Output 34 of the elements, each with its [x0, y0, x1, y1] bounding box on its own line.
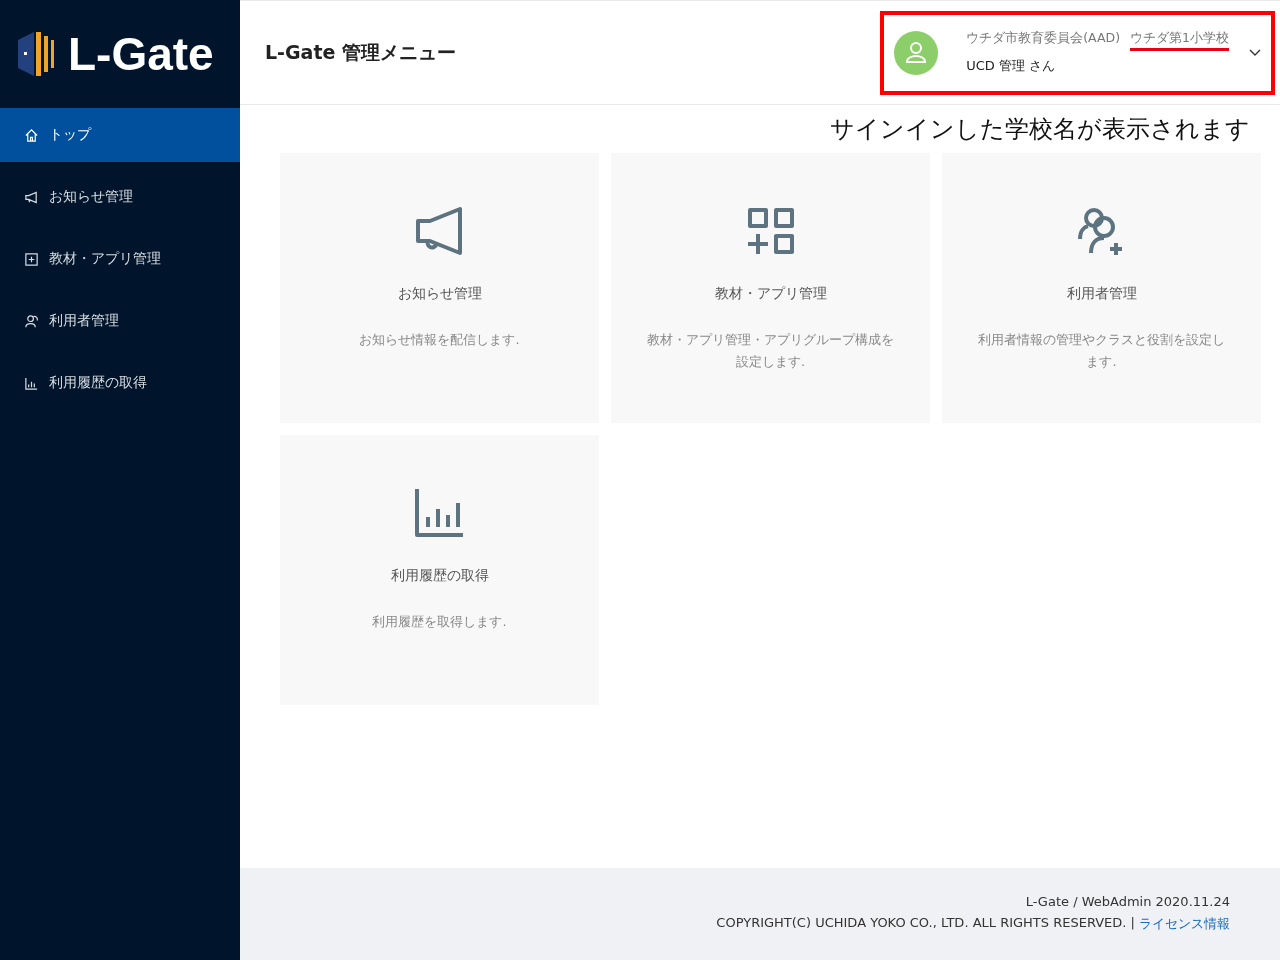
chevron-down-icon[interactable] — [1249, 48, 1261, 57]
menu-card[interactable]: お知らせ管理 お知らせ情報を配信します. — [280, 153, 599, 423]
card-title: 教材・アプリ管理 — [714, 285, 827, 303]
card-description: 利用履歴を取得します. — [371, 613, 508, 631]
add-box-icon — [24, 251, 39, 267]
bar-chart-icon — [24, 375, 39, 391]
sidebar-item[interactable]: 利用履歴の取得 — [0, 356, 240, 410]
menu-card[interactable]: 利用者管理 利用者情報の管理やクラスと役割を設定します. — [942, 153, 1261, 423]
people-icon — [24, 313, 39, 329]
menu-card[interactable]: 教材・アプリ管理 教材・アプリ管理・アプリグループ構成を設定します. — [611, 153, 930, 423]
sidebar-item[interactable]: 利用者管理 — [0, 294, 240, 348]
sidebar-item[interactable]: 教材・アプリ管理 — [0, 232, 240, 286]
version-text: L-Gate / WebAdmin 2020.11.24 — [1025, 894, 1230, 909]
megaphone-icon — [24, 189, 39, 205]
card-title: お知らせ管理 — [397, 285, 482, 303]
page-title: L-Gate 管理メニュー — [265, 39, 456, 65]
card-description: 利用者情報の管理やクラスと役割を設定します. — [977, 331, 1226, 371]
bar-chart-icon — [413, 487, 466, 539]
menu-card[interactable]: 利用履歴の取得 利用履歴を取得します. — [280, 435, 599, 705]
annotation-caption: サインインした学校名が表示されます — [830, 114, 1250, 145]
card-description: お知らせ情報を配信します. — [358, 331, 521, 349]
avatar-icon — [894, 30, 939, 75]
card-description: 教材・アプリ管理・アプリグループ構成を設定します. — [646, 331, 895, 371]
sidebar-item[interactable]: お知らせ管理 — [0, 170, 240, 224]
user-name: UCD 管理 さん — [966, 57, 1057, 75]
home-icon — [24, 127, 39, 143]
school-name: ウチダ第1小学校 — [1130, 30, 1229, 51]
card-title: 利用者管理 — [1066, 285, 1137, 303]
license-link[interactable]: ライセンス情報 — [1139, 915, 1230, 933]
copyright-text: COPYRIGHT(C) UCHIDA YOKO CO., LTD. ALL RIGHTS RESERVED. | — [716, 915, 1135, 932]
organization-name: ウチダ市教育委員会(AAD) — [966, 30, 1121, 47]
logo-text: L-Gate — [68, 27, 214, 81]
sidebar-item[interactable]: トップ — [0, 108, 240, 162]
card-title: 利用履歴の取得 — [390, 567, 489, 585]
